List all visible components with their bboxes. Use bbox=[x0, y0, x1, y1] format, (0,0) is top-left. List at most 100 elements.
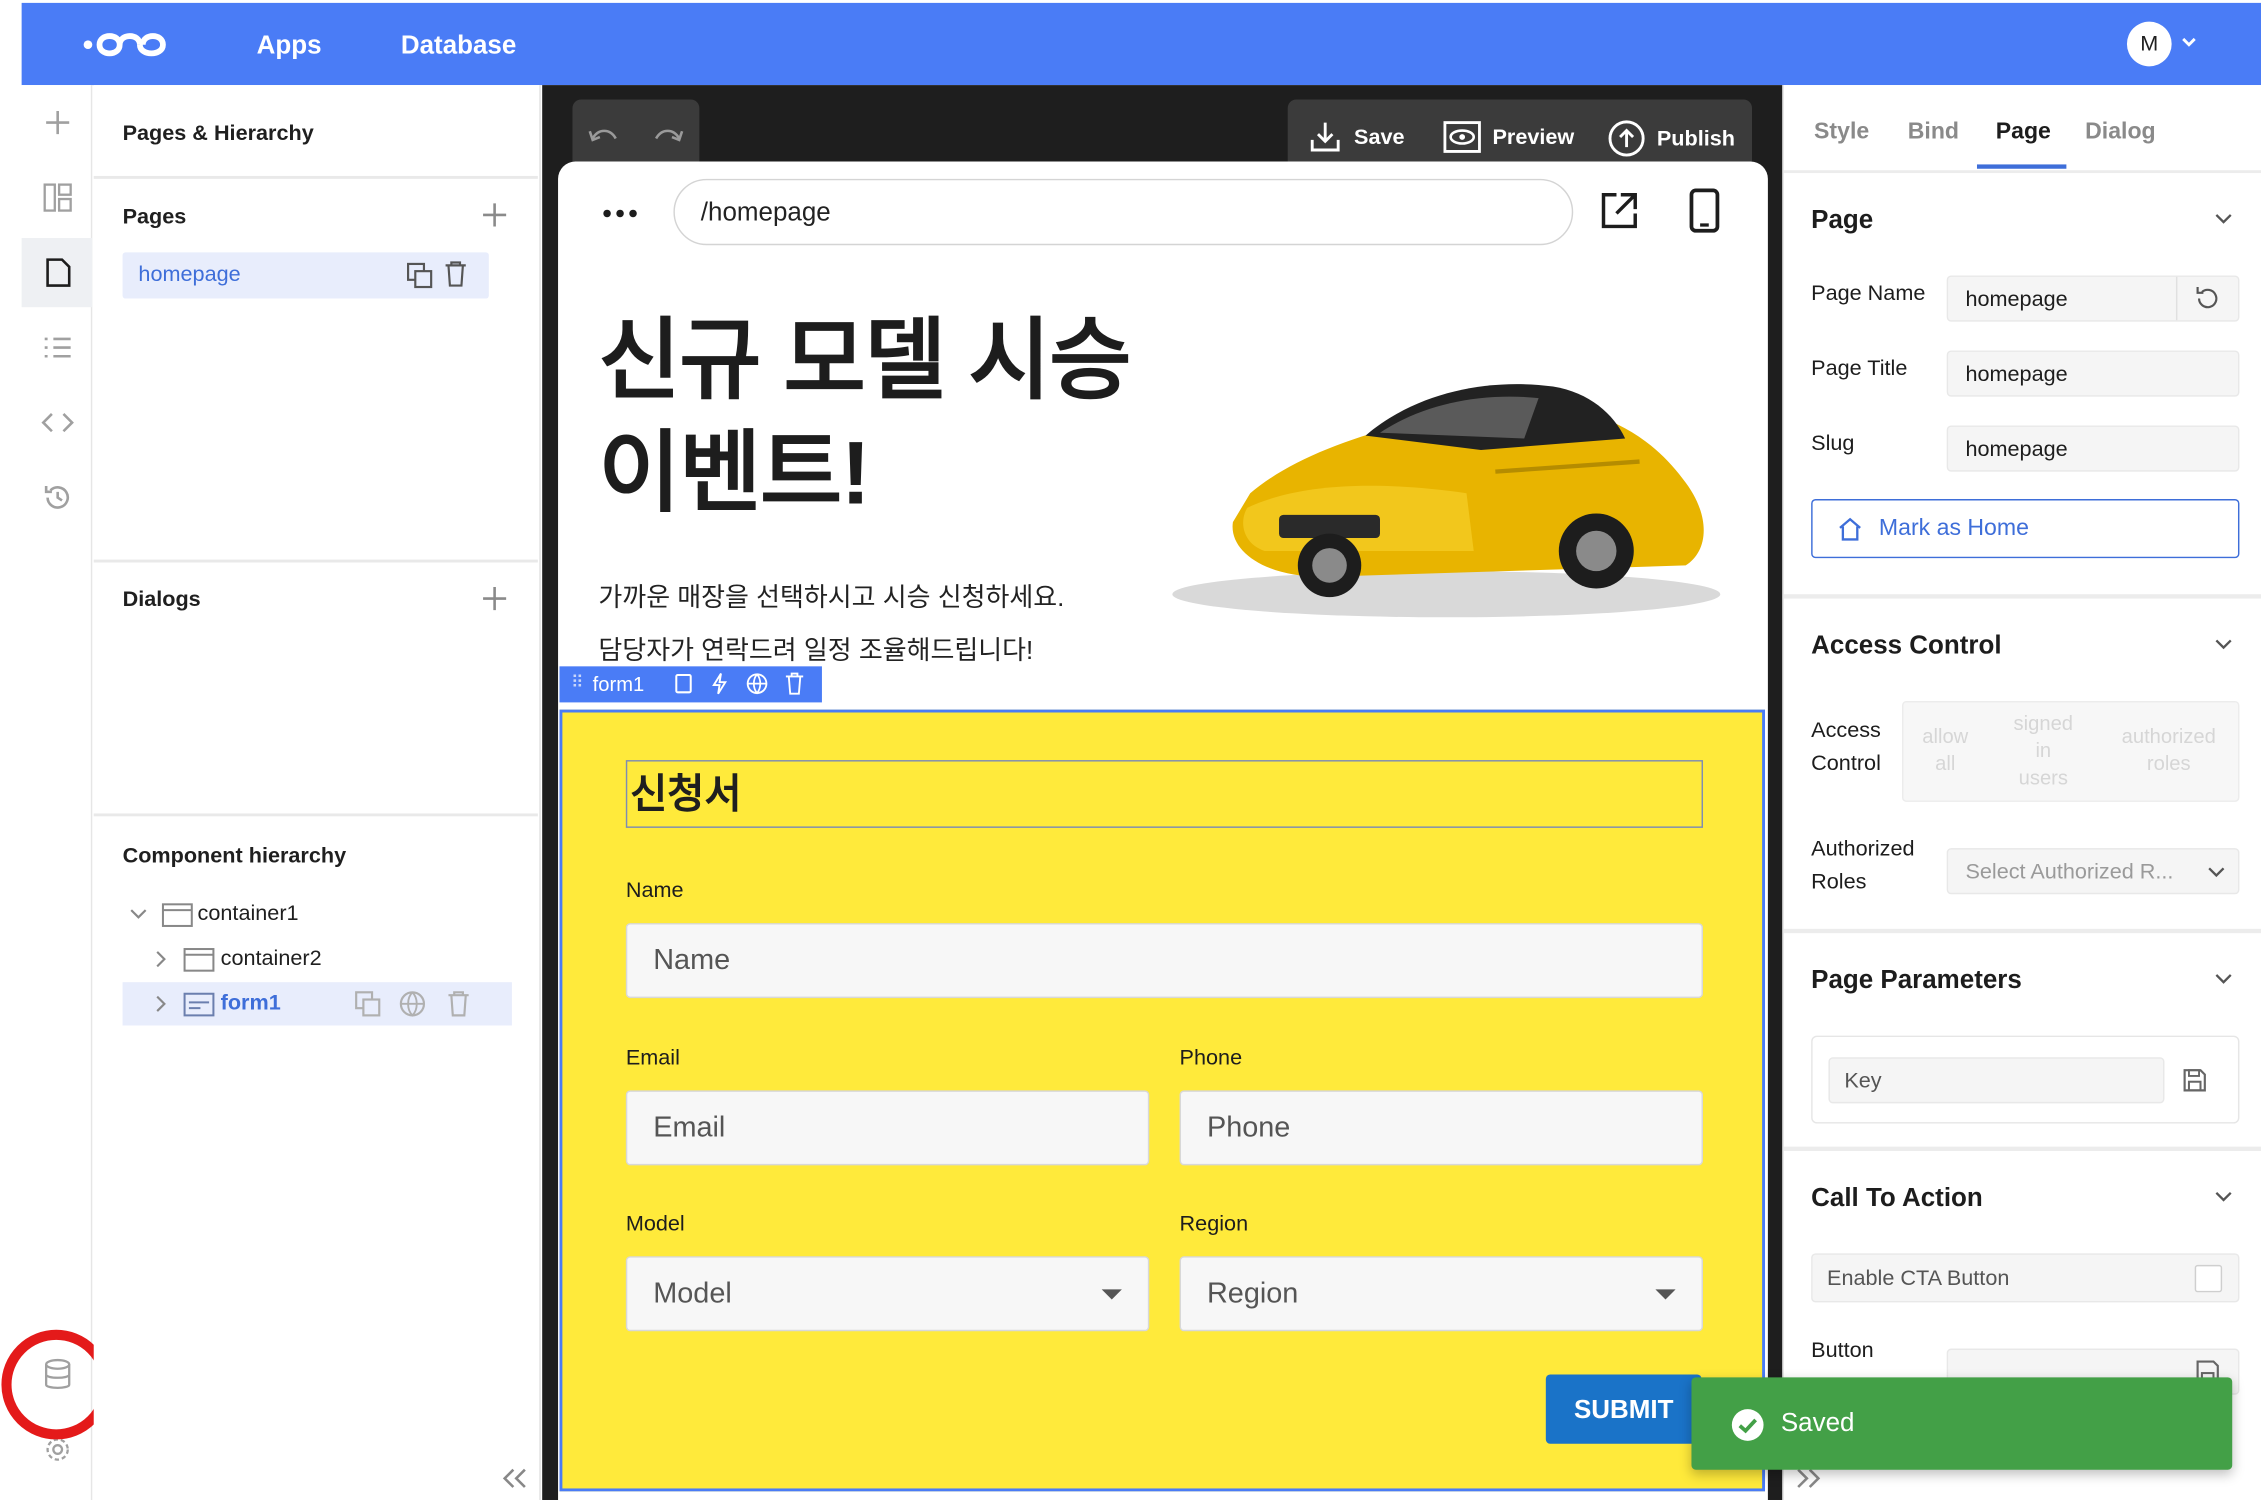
key-placeholder: Key bbox=[1844, 1068, 1882, 1094]
globe-icon[interactable] bbox=[746, 672, 769, 699]
page-item-homepage[interactable]: homepage bbox=[122, 252, 489, 299]
left-rail bbox=[21, 85, 93, 1500]
region-select[interactable]: Region bbox=[1179, 1256, 1704, 1332]
collapse-panel-icon[interactable] bbox=[500, 1467, 529, 1497]
logo-icon[interactable] bbox=[82, 26, 169, 71]
access-option-authorized-roles[interactable]: authorized roles bbox=[2108, 723, 2229, 778]
option-line: authorized bbox=[2121, 724, 2216, 748]
name-label: Name bbox=[625, 878, 684, 903]
reset-icon[interactable] bbox=[2193, 284, 2222, 319]
nav-database[interactable]: Database bbox=[401, 30, 516, 60]
mark-as-home-button[interactable]: Mark as Home bbox=[1811, 499, 2240, 559]
component-tag[interactable]: ⠿ form1 bbox=[559, 666, 822, 703]
nav-apps[interactable]: Apps bbox=[257, 30, 322, 60]
mark-as-home-label: Mark as Home bbox=[1878, 516, 2029, 541]
add-icon[interactable] bbox=[22, 88, 93, 157]
option-line: users bbox=[2018, 765, 2068, 789]
chevron-down-icon[interactable] bbox=[2213, 635, 2233, 661]
redo-icon[interactable] bbox=[650, 124, 685, 157]
submit-button[interactable]: SUBMIT bbox=[1545, 1374, 1702, 1444]
tree-item-form1[interactable]: form1 bbox=[122, 982, 512, 1026]
cta-enable-label: Enable CTA Button bbox=[1827, 1266, 2010, 1291]
add-dialog-icon[interactable] bbox=[480, 584, 509, 620]
chevron-down-icon[interactable] bbox=[2213, 969, 2233, 995]
cta-section-title: Call To Action bbox=[1811, 1182, 1983, 1212]
label-line: Access bbox=[1811, 718, 1881, 743]
page-name-input[interactable]: homepage bbox=[1946, 275, 2240, 322]
saved-toast[interactable]: Saved bbox=[1691, 1377, 2233, 1470]
list-icon[interactable] bbox=[22, 313, 93, 382]
save-icon[interactable] bbox=[2180, 1066, 2209, 1102]
pages-heading: Pages bbox=[122, 204, 187, 230]
page-title-input[interactable]: homepage bbox=[1946, 350, 2240, 397]
name-field[interactable]: Name bbox=[625, 923, 1704, 999]
divider bbox=[1782, 85, 1784, 1500]
email-label: Email bbox=[625, 1045, 680, 1071]
tab-dialog[interactable]: Dialog bbox=[2085, 120, 2156, 146]
more-icon[interactable] bbox=[601, 202, 638, 228]
copy-icon[interactable] bbox=[673, 672, 693, 699]
access-option-signed-in[interactable]: signed in users bbox=[2001, 710, 2085, 792]
model-select[interactable]: Model bbox=[625, 1256, 1150, 1332]
copy-icon[interactable] bbox=[405, 261, 434, 297]
chevron-down-icon[interactable] bbox=[2213, 1187, 2233, 1213]
save-button[interactable]: Save bbox=[1308, 120, 1405, 155]
pages-panel: Pages & Hierarchy Pages homepage Dialogs… bbox=[93, 85, 541, 1500]
external-link-icon[interactable] bbox=[1599, 190, 1639, 238]
copy-icon[interactable] bbox=[353, 989, 382, 1024]
tree-item-container1[interactable]: container1 bbox=[123, 893, 512, 936]
email-field[interactable]: Email bbox=[625, 1090, 1150, 1166]
key-input[interactable]: Key bbox=[1828, 1057, 2165, 1104]
trash-icon[interactable] bbox=[443, 260, 469, 296]
drag-handle-icon[interactable]: ⠿ bbox=[571, 672, 584, 692]
tab-page[interactable]: Page bbox=[1996, 120, 2051, 146]
label-line: Authorized bbox=[1811, 836, 1915, 862]
container-icon bbox=[183, 948, 215, 978]
bolt-icon[interactable] bbox=[709, 672, 729, 699]
chevron-down-icon[interactable] bbox=[2213, 209, 2233, 235]
page-title-value: homepage bbox=[1965, 362, 2068, 387]
form-icon bbox=[183, 992, 215, 1022]
layout-icon[interactable] bbox=[22, 163, 93, 232]
access-segmented-control[interactable]: allow all signed in users authorized roles bbox=[1901, 700, 2240, 802]
access-control-label: Access Control bbox=[1811, 714, 1881, 780]
authorized-roles-select[interactable]: Select Authorized R... bbox=[1946, 848, 2240, 895]
globe-icon[interactable] bbox=[398, 989, 427, 1024]
add-page-icon[interactable] bbox=[480, 200, 509, 236]
form-container[interactable]: 신청서 Name Name Email Email Phone Phone Mo… bbox=[559, 709, 1766, 1492]
trash-icon[interactable] bbox=[784, 672, 804, 699]
chevron-down-icon[interactable] bbox=[128, 904, 148, 929]
avatar[interactable]: M bbox=[2126, 21, 2172, 67]
expand-panel-icon[interactable] bbox=[1794, 1467, 1823, 1497]
code-icon[interactable] bbox=[22, 388, 93, 457]
trash-icon[interactable] bbox=[446, 989, 472, 1024]
publish-button[interactable]: Publish bbox=[1608, 120, 1735, 157]
publish-label: Publish bbox=[1656, 126, 1735, 151]
tree-item-container2[interactable]: container2 bbox=[123, 937, 512, 980]
preview-button[interactable]: Preview bbox=[1443, 120, 1574, 155]
history-icon[interactable] bbox=[22, 463, 93, 532]
container-icon bbox=[161, 903, 194, 933]
form-heading[interactable]: 신청서 bbox=[625, 760, 1704, 828]
slug-input[interactable]: homepage bbox=[1946, 425, 2240, 472]
cta-checkbox[interactable] bbox=[2194, 1264, 2223, 1293]
url-bar[interactable]: /homepage bbox=[673, 178, 1574, 246]
cta-enable-row[interactable]: Enable CTA Button bbox=[1811, 1253, 2240, 1303]
chevron-right-icon[interactable] bbox=[153, 949, 170, 975]
access-option-allow-all[interactable]: allow all bbox=[1915, 723, 1976, 778]
mobile-icon[interactable] bbox=[1689, 187, 1721, 240]
phone-field[interactable]: Phone bbox=[1179, 1090, 1704, 1166]
tab-bind[interactable]: Bind bbox=[1908, 120, 1959, 146]
access-section-title: Access Control bbox=[1811, 630, 2002, 660]
hero-title: 신규 모델 시승 이벤트! bbox=[598, 306, 1131, 531]
divider bbox=[2175, 276, 2178, 321]
roles-placeholder: Select Authorized R... bbox=[1965, 859, 2174, 885]
chevron-down-icon[interactable] bbox=[2180, 32, 2197, 59]
chevron-right-icon[interactable] bbox=[153, 994, 170, 1020]
tree-item-label: container1 bbox=[197, 901, 299, 926]
tab-style[interactable]: Style bbox=[1814, 120, 1869, 146]
page-icon[interactable] bbox=[21, 237, 93, 308]
undo-icon[interactable] bbox=[587, 124, 622, 157]
hero-subtitle: 가까운 매장을 선택하시고 시승 신청하세요. 담당자가 연락드려 일정 조율해… bbox=[598, 571, 1064, 678]
divider bbox=[93, 813, 538, 817]
